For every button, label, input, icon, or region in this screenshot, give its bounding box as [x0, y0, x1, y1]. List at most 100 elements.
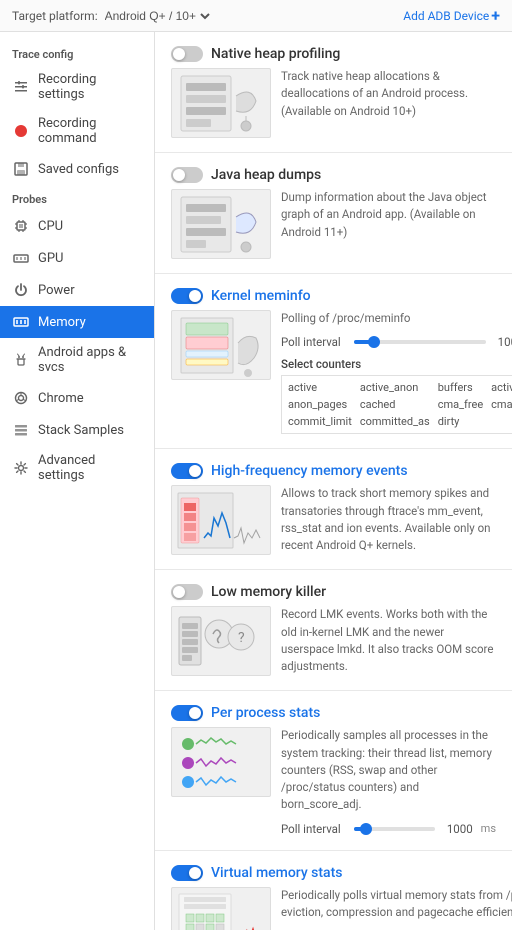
sidebar-item-stack-samples[interactable]: Stack Samples — [0, 414, 154, 446]
recording-command-label: Recording command — [38, 116, 142, 146]
poll-value-meminfo: 1000 — [494, 335, 512, 349]
power-icon — [12, 281, 30, 299]
hi-freq-toggle[interactable] — [171, 463, 203, 479]
record-icon — [12, 122, 30, 140]
probe-kernel-meminfo: Kernel meminfo Polling of /proc/memi — [155, 274, 512, 449]
sidebar-item-chrome[interactable]: Chrome — [0, 382, 154, 414]
probe-hi-freq-body: Allows to track short memory spikes and … — [171, 485, 496, 555]
memory-label: Memory — [38, 315, 86, 330]
gpu-label: GPU — [38, 251, 64, 266]
poll-row-vmem: Poll interval 1000 ms — [281, 929, 512, 930]
kernel-meminfo-image — [171, 310, 271, 380]
counter-dirty[interactable]: dirty — [436, 414, 485, 429]
counter-buffers[interactable]: buffers — [436, 380, 485, 395]
poll-label-per-process: Poll interval — [281, 822, 346, 836]
kernel-meminfo-desc: Polling of /proc/meminfo — [281, 310, 512, 327]
hi-freq-image — [171, 485, 271, 555]
sidebar-item-power[interactable]: Power — [0, 274, 154, 306]
probe-native-heap: Native heap profiling Track native — [155, 32, 512, 153]
platform-select[interactable]: Android Q+ / 10+ Android P / 9 — [101, 8, 213, 24]
counter-anon-pages[interactable]: anon_pages — [286, 397, 354, 412]
sidebar-item-recording-command[interactable]: Recording command — [0, 109, 154, 153]
probes-label: Probes — [0, 185, 154, 210]
probe-low-memory-header: Low memory killer — [171, 584, 496, 600]
probe-kernel-meminfo-body: Polling of /proc/meminfo Poll interval 1… — [171, 310, 496, 434]
svg-text:?: ? — [238, 630, 245, 646]
sidebar-item-cpu[interactable]: CPU — [0, 210, 154, 242]
sidebar-item-saved-configs[interactable]: Saved configs — [0, 153, 154, 185]
counter-commit-limit[interactable]: commit_limit — [286, 414, 354, 429]
probe-native-heap-body: Track native heap allocations & dealloca… — [171, 68, 496, 138]
sidebar-item-recording-settings[interactable]: Recording settings — [0, 65, 154, 109]
per-process-toggle[interactable] — [171, 705, 203, 721]
memory-icon — [12, 313, 30, 331]
low-memory-toggle[interactable] — [171, 584, 203, 600]
native-heap-desc: Track native heap allocations & dealloca… — [281, 68, 496, 120]
hi-freq-desc: Allows to track short memory spikes and … — [281, 485, 496, 554]
probe-hi-freq-header: High-frequency memory events — [171, 463, 496, 479]
probe-java-heap-header: Java heap dumps — [171, 167, 496, 183]
probe-low-memory: Low memory killer ? — [155, 570, 512, 691]
poll-slider-meminfo[interactable] — [354, 340, 486, 344]
chrome-label: Chrome — [38, 391, 84, 406]
java-heap-desc: Dump information about the Java object g… — [281, 189, 496, 241]
sidebar-item-gpu[interactable]: GPU — [0, 242, 154, 274]
sliders-icon — [12, 78, 30, 96]
top-bar: Target platform: Android Q+ / 10+ Androi… — [0, 0, 512, 32]
trace-config-label: Trace config — [0, 40, 154, 65]
probe-low-memory-body: ? Record LMK events. Works both with the… — [171, 606, 496, 676]
counter-active-file[interactable]: active_file — [489, 380, 512, 395]
probe-virtual-memory-body: Periodically polls virtual memory stats … — [171, 887, 496, 931]
sidebar-item-memory[interactable]: Memory — [0, 306, 154, 338]
native-heap-image — [171, 68, 271, 138]
saved-configs-label: Saved configs — [38, 162, 119, 177]
counters-table-meminfo: active active_anon buffers active_file a… — [281, 375, 512, 434]
probe-java-heap: Java heap dumps Dump information about t… — [155, 153, 512, 274]
probe-virtual-memory: Virtual memory stats — [155, 851, 512, 931]
counters-section-meminfo: Select counters active active_anon buffe… — [281, 357, 512, 434]
platform-label: Target platform: — [12, 9, 98, 23]
kernel-meminfo-title: Kernel meminfo — [211, 288, 311, 304]
chrome-icon — [12, 389, 30, 407]
counter-cma-total[interactable]: cma_total — [489, 397, 512, 412]
add-adb-button[interactable]: Add ADB Device + — [403, 6, 500, 25]
probe-per-process-header: Per process stats — [171, 705, 496, 721]
java-heap-toggle[interactable] — [171, 167, 203, 183]
cpu-label: CPU — [38, 219, 63, 234]
counter-cached[interactable]: cached — [358, 397, 432, 412]
poll-label-vmem: Poll interval — [281, 929, 346, 930]
counter-committed-as[interactable]: committed_as — [358, 414, 432, 429]
sidebar-item-android-apps[interactable]: Android apps & svcs — [0, 338, 154, 382]
virtual-memory-desc: Periodically polls virtual memory stats … — [281, 887, 512, 922]
add-adb-label: Add ADB Device — [403, 9, 489, 23]
java-heap-title: Java heap dumps — [211, 167, 321, 183]
sidebar-item-advanced-settings[interactable]: Advanced settings — [0, 446, 154, 490]
counter-active[interactable]: active — [286, 380, 354, 395]
android-icon — [12, 351, 30, 369]
plus-icon: + — [491, 6, 500, 25]
virtual-memory-toggle[interactable] — [171, 865, 203, 881]
per-process-title: Per process stats — [211, 705, 320, 721]
native-heap-toggle[interactable] — [171, 46, 203, 62]
per-process-right: Periodically samples all processes in th… — [281, 727, 496, 835]
virtual-memory-image — [171, 887, 271, 931]
poll-value-per-process: 1000 — [443, 822, 473, 836]
low-memory-desc: Record LMK events. Works both with the o… — [281, 606, 496, 675]
poll-label-meminfo: Poll interval — [281, 335, 346, 349]
virtual-memory-right: Periodically polls virtual memory stats … — [281, 887, 512, 931]
probe-virtual-memory-header: Virtual memory stats — [171, 865, 496, 881]
java-heap-image — [171, 189, 271, 259]
stack-icon — [12, 421, 30, 439]
probe-kernel-meminfo-header: Kernel meminfo — [171, 288, 496, 304]
save-icon — [12, 160, 30, 178]
power-label: Power — [38, 283, 75, 298]
counter-active-anon[interactable]: active_anon — [358, 380, 432, 395]
main-content: Native heap profiling Track native — [155, 32, 512, 930]
probe-native-heap-header: Native heap profiling — [171, 46, 496, 62]
sidebar: Trace config Recording settings Recordin… — [0, 32, 155, 930]
low-memory-title: Low memory killer — [211, 584, 326, 600]
poll-slider-per-process[interactable] — [354, 827, 435, 831]
kernel-meminfo-toggle[interactable] — [171, 288, 203, 304]
gear-icon — [12, 459, 30, 477]
counter-cma-free[interactable]: cma_free — [436, 397, 485, 412]
